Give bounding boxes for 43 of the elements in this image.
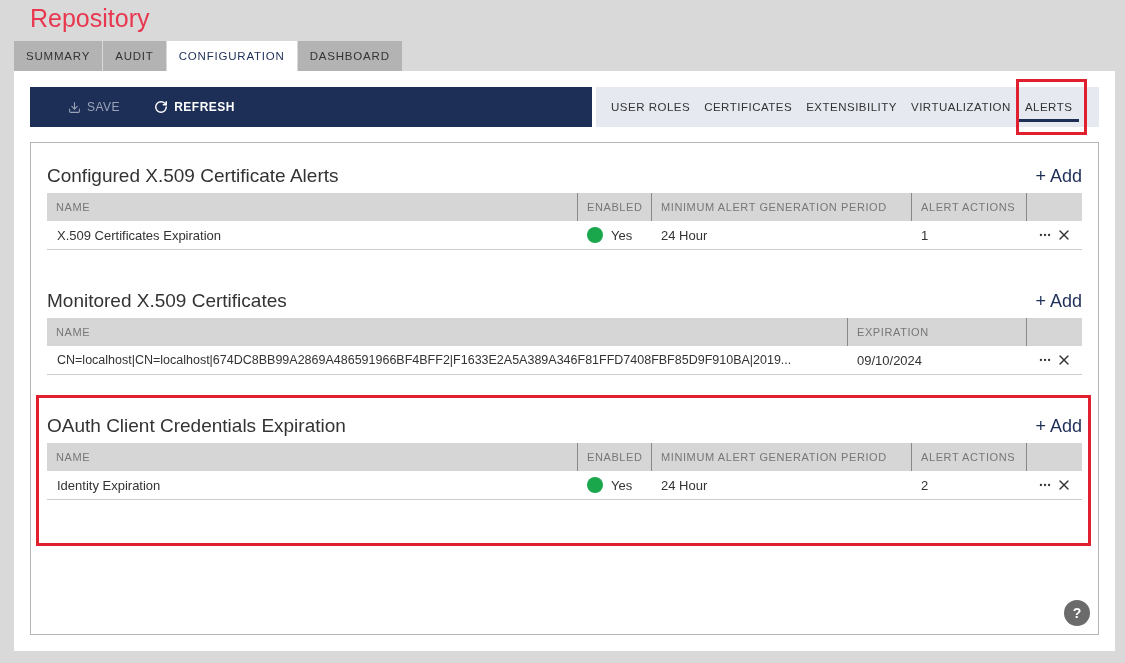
- column-header: ENABLED: [577, 443, 651, 471]
- tab[interactable]: CONFIGURATION: [166, 41, 297, 71]
- alert-name: X.509 Certificates Expiration: [47, 221, 577, 250]
- tab[interactable]: DASHBOARD: [297, 41, 402, 71]
- add-link[interactable]: + Add: [1035, 415, 1082, 437]
- add-link[interactable]: + Add: [1035, 290, 1082, 312]
- section-title: Monitored X.509 Certificates: [47, 290, 287, 312]
- column-header: NAME: [47, 193, 577, 221]
- column-header: MINIMUM ALERT GENERATION PERIOD: [651, 193, 911, 221]
- actions-count: 2: [911, 471, 1026, 500]
- section-title: Configured X.509 Certificate Alerts: [47, 165, 339, 187]
- column-header: NAME: [47, 318, 847, 346]
- expiration-date: 09/10/2024: [847, 346, 1026, 375]
- enabled-text: Yes: [611, 477, 633, 493]
- section-title: OAuth Client Credentials Expiration: [47, 415, 346, 437]
- column-header: ALERT ACTIONS: [911, 443, 1026, 471]
- tab[interactable]: AUDIT: [103, 41, 166, 71]
- sub-tab[interactable]: ALERTS: [1017, 92, 1080, 122]
- sub-tab[interactable]: USER ROLES: [604, 92, 698, 122]
- column-header: ENABLED: [577, 193, 651, 221]
- actions-count: 1: [911, 221, 1026, 250]
- period-text: 24 Hour: [651, 471, 911, 500]
- period-text: 24 Hour: [651, 221, 911, 250]
- sub-tab[interactable]: EXTENSIBILITY: [799, 92, 904, 122]
- refresh-icon: [154, 100, 169, 114]
- enabled-text: Yes: [611, 227, 633, 243]
- column-header-blank: [1026, 443, 1082, 471]
- sub-tab[interactable]: VIRTUALIZATION: [904, 92, 1018, 122]
- page-title: Repository: [29, 3, 151, 34]
- column-header: MINIMUM ALERT GENERATION PERIOD: [651, 443, 911, 471]
- column-header: EXPIRATION: [847, 318, 1026, 346]
- alert-name: Identity Expiration: [47, 471, 577, 500]
- download-icon: [68, 100, 81, 114]
- add-link[interactable]: + Add: [1035, 165, 1082, 187]
- column-header-blank: [1026, 318, 1082, 346]
- tab[interactable]: SUMMARY: [14, 41, 103, 71]
- sub-tab[interactable]: CERTIFICATES: [697, 92, 800, 122]
- certificate-name: CN=localhost|CN=localhost|674DC8BB99A2869A486591966BF4BFF2|F1633E2A5A389A346F81FFD7408FBF85D9F910BA|2019...: [47, 346, 847, 375]
- column-header-blank: [1026, 193, 1082, 221]
- refresh-button[interactable]: REFRESH: [148, 96, 241, 118]
- help-button[interactable]: ?: [1064, 600, 1090, 626]
- column-header: ALERT ACTIONS: [911, 193, 1026, 221]
- column-header: NAME: [47, 443, 577, 471]
